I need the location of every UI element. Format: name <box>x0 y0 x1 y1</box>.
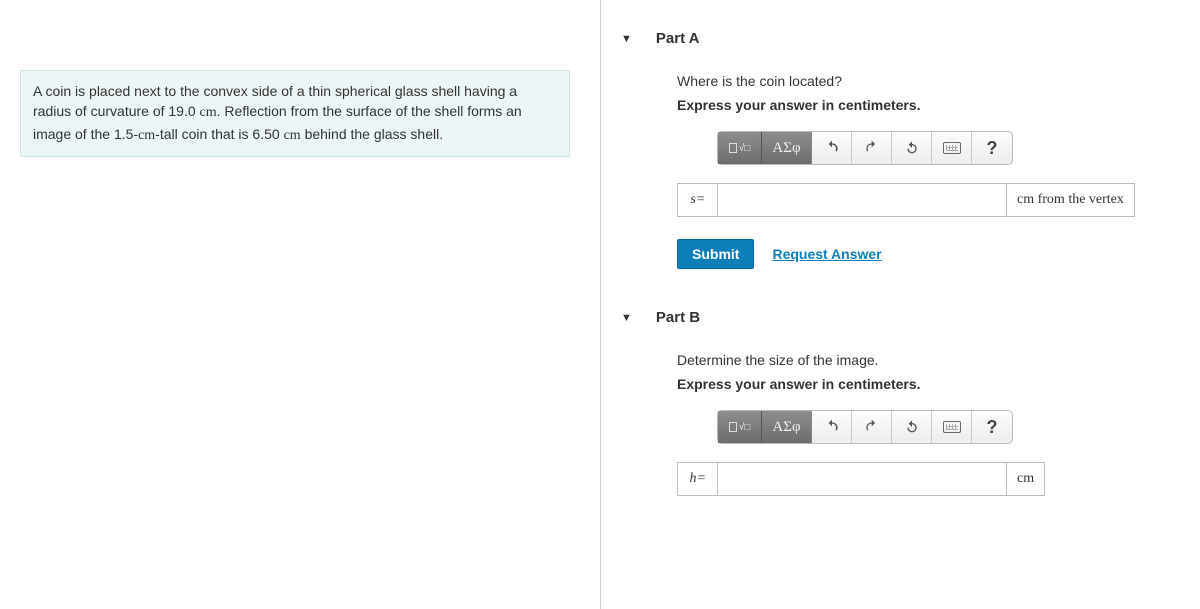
part-b-title: Part B <box>656 309 700 326</box>
reset-icon <box>904 140 920 156</box>
reset-button[interactable] <box>892 411 932 443</box>
answer-input-a[interactable] <box>717 183 1007 217</box>
variable-s: s <box>690 192 695 208</box>
formula-toolbar: √□ ΑΣφ ? <box>717 410 1013 444</box>
redo-icon <box>864 140 880 156</box>
keyboard-button[interactable] <box>932 132 972 164</box>
unit-label-a: cm from the vertex <box>1007 183 1135 217</box>
problem-text: behind the glass shell. <box>301 126 443 142</box>
keyboard-icon <box>943 421 961 433</box>
part-b: ▼ Part B Determine the size of the image… <box>621 309 1180 496</box>
keyboard-button[interactable] <box>932 411 972 443</box>
templates-button[interactable]: √□ <box>718 132 762 164</box>
undo-icon <box>824 140 840 156</box>
equals-sign: = <box>697 192 705 208</box>
reset-button[interactable] <box>892 132 932 164</box>
help-button[interactable]: ? <box>972 132 1012 164</box>
reset-icon <box>904 419 920 435</box>
part-b-header[interactable]: ▼ Part B <box>621 309 1180 326</box>
templates-icon: √□ <box>729 422 751 433</box>
unit-cm: cm <box>138 128 155 143</box>
redo-button[interactable] <box>852 132 892 164</box>
part-b-prompt: Determine the size of the image. <box>677 352 1180 368</box>
request-answer-link[interactable]: Request Answer <box>772 246 881 262</box>
undo-button[interactable] <box>812 411 852 443</box>
formula-toolbar: √□ ΑΣφ ? <box>717 131 1013 165</box>
part-b-instruction: Express your answer in centimeters. <box>677 376 1180 392</box>
redo-icon <box>864 419 880 435</box>
templates-button[interactable]: √□ <box>718 411 762 443</box>
variable-label-h: h = <box>677 462 717 496</box>
equals-sign: = <box>698 471 706 487</box>
actions-row-a: Submit Request Answer <box>677 239 1180 269</box>
variable-h: h <box>690 471 697 487</box>
submit-button[interactable]: Submit <box>677 239 754 269</box>
answer-input-b[interactable] <box>717 462 1007 496</box>
part-a-prompt: Where is the coin located? <box>677 73 1180 89</box>
part-a-header[interactable]: ▼ Part A <box>621 30 1180 47</box>
templates-icon: √□ <box>729 143 751 154</box>
answer-row-b: h = cm <box>677 462 1180 496</box>
unit-cm: cm <box>284 128 301 143</box>
problem-statement: A coin is placed next to the convex side… <box>20 70 570 157</box>
unit-label-b: cm <box>1007 462 1045 496</box>
help-button[interactable]: ? <box>972 411 1012 443</box>
caret-down-icon: ▼ <box>621 312 632 324</box>
part-a: ▼ Part A Where is the coin located? Expr… <box>621 30 1180 269</box>
redo-button[interactable] <box>852 411 892 443</box>
variable-label-s: s = <box>677 183 717 217</box>
unit-cm: cm <box>200 105 217 120</box>
undo-icon <box>824 419 840 435</box>
part-a-title: Part A <box>656 30 700 47</box>
greek-letters-button[interactable]: ΑΣφ <box>762 132 812 164</box>
part-a-instruction: Express your answer in centimeters. <box>677 97 1180 113</box>
greek-letters-button[interactable]: ΑΣφ <box>762 411 812 443</box>
undo-button[interactable] <box>812 132 852 164</box>
keyboard-icon <box>943 142 961 154</box>
caret-down-icon: ▼ <box>621 33 632 45</box>
answer-row-a: s = cm from the vertex <box>677 183 1180 217</box>
problem-text: -tall coin that is 6.50 <box>155 126 283 142</box>
